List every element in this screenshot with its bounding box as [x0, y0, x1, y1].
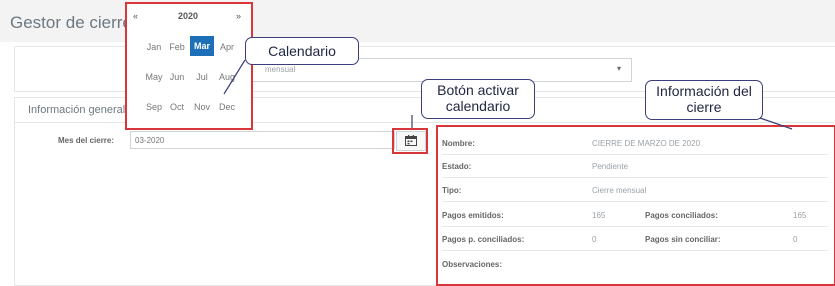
callout-boton: Botón activar calendario	[421, 79, 535, 119]
callout-calendario-text: Calendario	[268, 43, 336, 59]
callout-boton-line1: Botón activar	[437, 82, 519, 98]
callout-info: Información del cierre	[645, 80, 763, 120]
callout-boton-line2: calendario	[445, 98, 511, 114]
callout-info-line2: cierre	[686, 99, 722, 115]
callout-connectors	[223, 59, 793, 130]
connector-calendario	[223, 59, 246, 95]
callout-calendario: Calendario	[245, 37, 359, 65]
connector-info	[759, 117, 793, 130]
callout-info-line1: Información del	[656, 83, 752, 99]
